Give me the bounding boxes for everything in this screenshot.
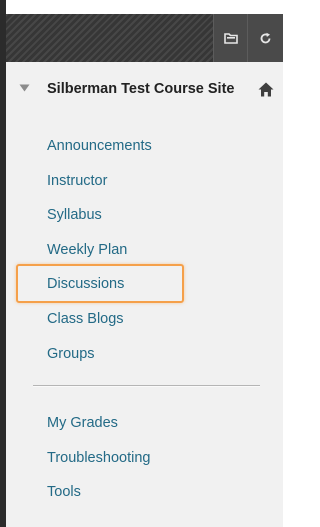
course-header: Silberman Test Course Site [6, 80, 283, 124]
course-menu-frame: Silberman Test Course Site Announcements… [0, 0, 283, 527]
triangle-down-icon[interactable] [19, 84, 30, 92]
menu-item-troubleshooting[interactable]: Troubleshooting [47, 449, 150, 467]
menu-item-discussions[interactable]: Discussions [47, 275, 124, 293]
menu-divider [33, 385, 260, 387]
menu-item-class-blogs[interactable]: Class Blogs [47, 310, 124, 328]
folder-icon [223, 33, 238, 44]
menu-item-tools[interactable]: Tools [47, 483, 81, 501]
refresh-button[interactable] [247, 14, 283, 62]
menu-item-groups[interactable]: Groups [47, 345, 95, 363]
menu-item-instructor[interactable]: Instructor [47, 172, 107, 190]
menu-item-my-grades[interactable]: My Grades [47, 414, 118, 432]
menu-item-announcements[interactable]: Announcements [47, 137, 152, 155]
course-title[interactable]: Silberman Test Course Site [47, 80, 242, 98]
course-menu-panel: Silberman Test Course Site Announcements… [6, 62, 283, 527]
folder-view-button[interactable] [213, 14, 247, 62]
menu-item-syllabus[interactable]: Syllabus [47, 206, 102, 224]
refresh-icon [260, 32, 271, 43]
menu-item-weekly-plan[interactable]: Weekly Plan [47, 241, 127, 259]
home-icon[interactable] [258, 82, 274, 97]
course-menu-toolbar [6, 14, 283, 62]
